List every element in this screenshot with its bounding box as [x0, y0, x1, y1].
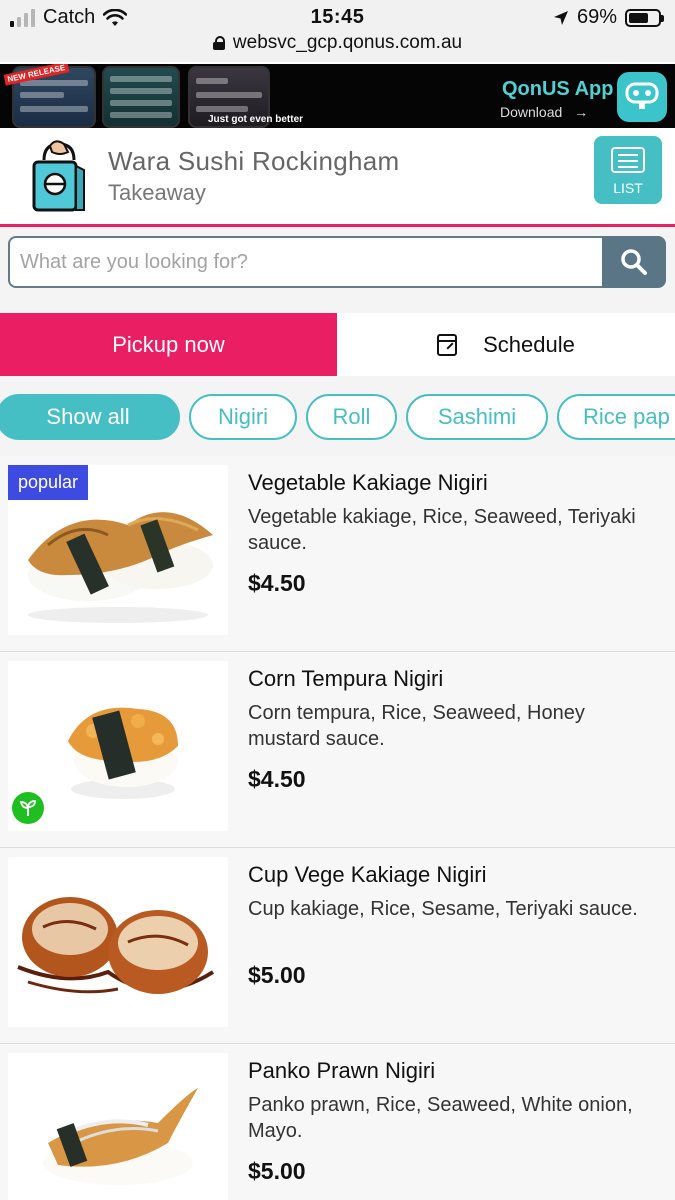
list-icon: [611, 147, 645, 173]
location-arrow-icon: [553, 10, 568, 25]
download-link[interactable]: Download →: [500, 104, 588, 120]
category-chip-rice-paper[interactable]: Rice pap: [557, 394, 675, 440]
menu-item-list: popular Vegetable Kakiage Nigiri Vegetab…: [0, 456, 675, 1200]
url-bar[interactable]: websvc_gcp.qonus.com.au: [0, 32, 675, 54]
calendar-icon: [437, 333, 458, 356]
chip-label: Roll: [332, 404, 371, 429]
qonus-logo-icon[interactable]: [617, 72, 667, 122]
takeaway-bag-icon: [32, 140, 85, 212]
menu-item[interactable]: Corn Tempura Nigiri Corn tempura, Rice, …: [0, 652, 675, 848]
leaf-icon: [12, 792, 44, 824]
schedule-tab[interactable]: Schedule: [337, 313, 675, 376]
category-chip-sashimi[interactable]: Sashimi: [406, 394, 548, 440]
item-name: Corn Tempura Nigiri: [248, 666, 444, 691]
item-price: $4.50: [248, 766, 306, 792]
schedule-label: Schedule: [483, 331, 575, 357]
list-view-button[interactable]: LIST: [594, 136, 662, 204]
popular-badge: popular: [8, 465, 89, 500]
lock-icon: [212, 36, 225, 50]
battery-percent: 69%: [576, 6, 617, 28]
chip-label: Nigiri: [217, 404, 269, 429]
menu-item[interactable]: Cup Vege Kakiage Nigiri Cup kakiage, Ric…: [0, 848, 675, 1044]
item-image: [8, 1053, 228, 1200]
item-name: Vegetable Kakiage Nigiri: [248, 470, 488, 495]
item-image: [8, 857, 228, 1027]
app-screenshot-2: [102, 66, 180, 128]
item-description: Panko prawn, Rice, Seaweed, White onion,…: [248, 1094, 633, 1142]
search-button[interactable]: [602, 236, 666, 288]
status-bar: Catch 15:45 69% websvc_gcp.qonus.com.au: [0, 0, 675, 62]
item-name: Panko Prawn Nigiri: [248, 1058, 436, 1083]
download-label: Download: [500, 104, 563, 120]
battery-icon: [625, 8, 664, 27]
app-title[interactable]: QonUS App: [502, 78, 613, 101]
store-service-type: Takeaway: [108, 180, 206, 205]
pickup-now-tab[interactable]: Pickup now: [0, 313, 337, 376]
item-description: Cup kakiage, Rice, Sesame, Teriyaki sauc…: [248, 898, 638, 920]
category-filter-bar: Show all Nigiri Roll Sashimi Rice pap: [0, 376, 675, 456]
item-name: Cup Vege Kakiage Nigiri: [248, 862, 487, 887]
menu-item[interactable]: Panko Prawn Nigiri Panko prawn, Rice, Se…: [0, 1044, 675, 1200]
search-icon: [621, 249, 647, 275]
chip-label: Show all: [46, 404, 130, 429]
list-button-label: LIST: [613, 180, 643, 196]
status-right: 69%: [553, 6, 664, 29]
menu-item[interactable]: popular Vegetable Kakiage Nigiri Vegetab…: [0, 456, 675, 652]
pickup-label: Pickup now: [112, 331, 225, 357]
item-price: $5.00: [248, 1158, 306, 1184]
item-description: Corn tempura, Rice, Seaweed, Honey musta…: [248, 702, 585, 750]
arrow-right-icon: →: [574, 104, 589, 120]
store-name: Wara Sushi Rockingham: [108, 146, 400, 176]
chip-label: Rice pap: [583, 404, 670, 429]
category-chip-nigiri[interactable]: Nigiri: [189, 394, 297, 440]
url-text: websvc_gcp.qonus.com.au: [232, 32, 463, 53]
item-price: $4.50: [248, 570, 306, 596]
category-chip-roll[interactable]: Roll: [306, 394, 397, 440]
item-price: $5.00: [248, 962, 306, 988]
category-chip-show-all[interactable]: Show all: [0, 394, 180, 440]
item-description: Vegetable kakiage, Rice, Seaweed, Teriya…: [248, 506, 636, 554]
store-header: Wara Sushi Rockingham Takeaway: [0, 128, 675, 227]
banner-caption: Just got even better: [208, 114, 304, 125]
chip-label: Sashimi: [437, 404, 517, 429]
search-input[interactable]: [8, 236, 604, 288]
